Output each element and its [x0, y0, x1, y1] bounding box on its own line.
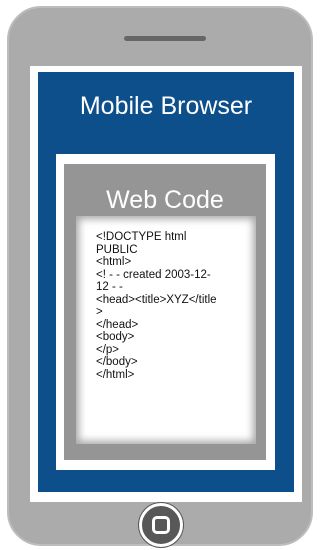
- code-line: >: [96, 306, 103, 318]
- code-listing: <!DOCTYPE html PUBLIC <html> <! - - created…: [96, 231, 217, 381]
- code-line: <head><title>XYZ</title: [96, 293, 217, 306]
- code-line: <! - - created 2003-12-: [96, 268, 211, 281]
- home-button[interactable]: [139, 503, 183, 547]
- code-line: </html>: [96, 368, 135, 381]
- code-line: <!DOCTYPE html: [96, 231, 187, 243]
- code-line: PUBLIC: [96, 243, 138, 256]
- code-line: </body>: [96, 356, 138, 368]
- code-line: <body>: [96, 331, 135, 343]
- code-line: 12 - -: [96, 281, 123, 293]
- code-line: <html>: [96, 256, 132, 268]
- code-line: </head>: [96, 318, 139, 331]
- home-square-icon: [152, 516, 170, 534]
- code-line: </p>: [96, 343, 120, 356]
- web-code-title: Web Code: [106, 186, 224, 214]
- browser-title: Mobile Browser: [79, 92, 253, 120]
- speaker-slot: [124, 36, 206, 41]
